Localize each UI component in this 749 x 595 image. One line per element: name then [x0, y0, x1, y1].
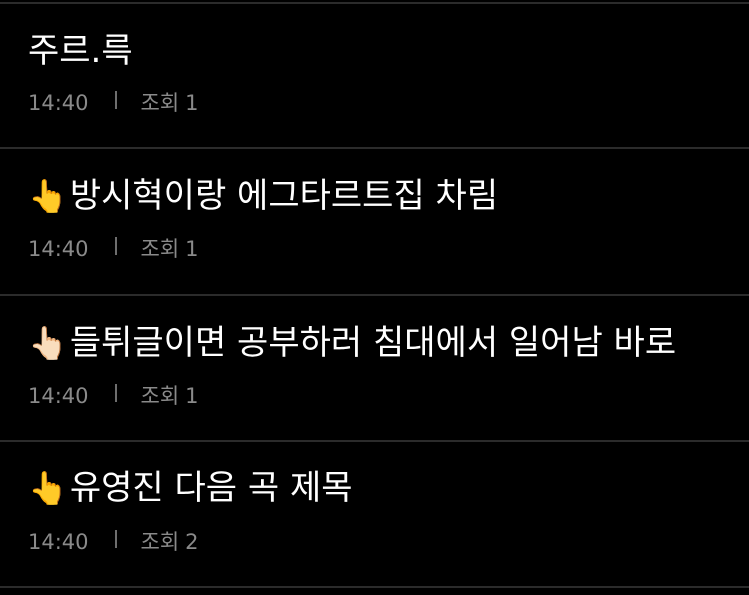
meta-separator — [114, 237, 117, 255]
meta-separator — [114, 384, 117, 402]
pointing-up-hand-icon: 👆 — [28, 469, 68, 507]
post-title: 👆 유영진 다음 곡 제목 — [28, 467, 353, 509]
post-item[interactable]: 👆 유영진 다음 곡 제목 14:40 조회 2 — [0, 442, 749, 585]
post-item[interactable]: 👆🏻 들튀글이면 공부하러 침대에서 일어남 바로 14:40 조회 1 — [0, 296, 749, 440]
post-title-text: 들튀글이면 공부하러 침대에서 일어남 바로 — [69, 323, 677, 363]
post-title-text: 유영진 다음 곡 제목 — [69, 468, 353, 508]
post-time: 14:40 — [28, 384, 89, 408]
meta-separator — [114, 530, 117, 548]
post-title-text: 방시혁이랑 에그타르트집 차림 — [69, 176, 499, 216]
post-time: 14:40 — [28, 91, 89, 115]
views-count: 2 — [185, 530, 199, 554]
meta-separator — [114, 91, 117, 109]
views-count: 1 — [185, 91, 199, 115]
post-title: 👆 방시혁이랑 에그타르트집 차림 — [28, 175, 498, 217]
pointing-up-hand-icon: 👆 — [28, 177, 68, 215]
views-label: 조회 — [140, 91, 180, 115]
post-meta: 14:40 조회 1 — [28, 383, 199, 409]
divider — [0, 586, 749, 588]
views-count: 1 — [185, 237, 199, 261]
views-label: 조회 — [140, 237, 180, 261]
post-meta: 14:40 조회 1 — [28, 90, 199, 116]
post-time: 14:40 — [28, 530, 89, 554]
post-meta: 14:40 조회 1 — [28, 236, 199, 262]
views-count: 1 — [185, 384, 199, 408]
post-views: 조회 2 — [141, 529, 199, 555]
post-item[interactable]: 👆 방시혁이랑 에그타르트집 차림 14:40 조회 1 — [0, 149, 749, 294]
post-title-text: 주르.륵 — [28, 31, 133, 71]
post-title: 주르.륵 — [28, 30, 133, 72]
post-item[interactable]: 주르.륵 14:40 조회 1 — [0, 4, 749, 148]
post-views: 조회 1 — [141, 383, 199, 409]
post-meta: 14:40 조회 2 — [28, 529, 199, 555]
views-label: 조회 — [140, 384, 180, 408]
post-views: 조회 1 — [141, 236, 199, 262]
post-views: 조회 1 — [141, 90, 199, 116]
post-list: 주르.륵 14:40 조회 1 👆 방시혁이랑 에그타르트집 차림 14:40 … — [0, 0, 749, 595]
post-title: 👆🏻 들튀글이면 공부하러 침대에서 일어남 바로 — [28, 322, 676, 364]
views-label: 조회 — [140, 530, 180, 554]
post-time: 14:40 — [28, 237, 89, 261]
pointing-up-hand-icon: 👆🏻 — [28, 324, 68, 362]
